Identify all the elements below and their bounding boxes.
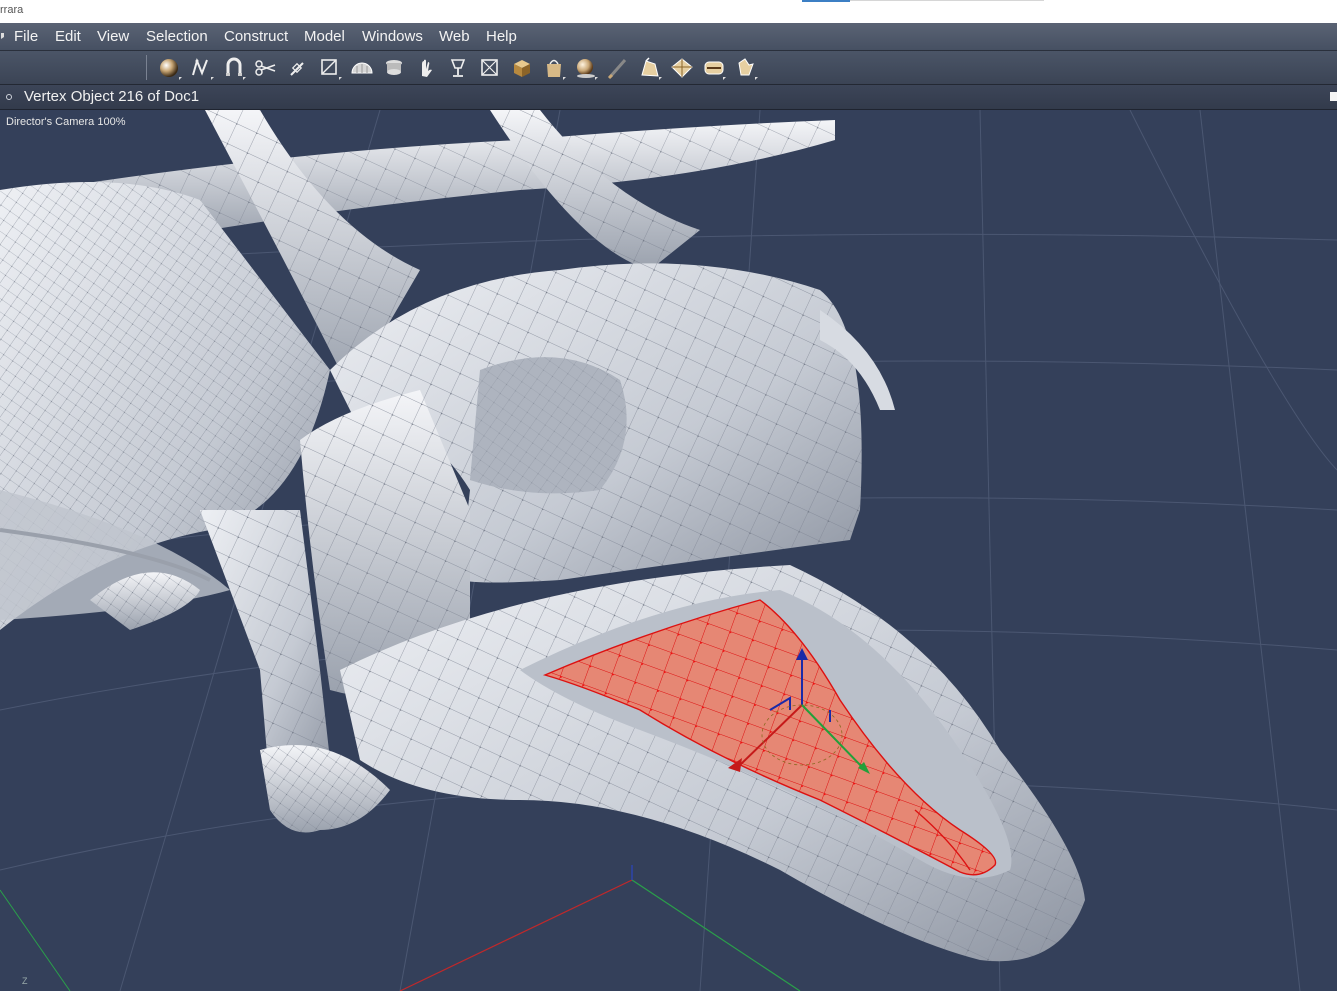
world-axes xyxy=(0,865,801,991)
brush-tool-icon[interactable] xyxy=(605,55,631,81)
goblet-tool-icon[interactable] xyxy=(445,55,471,81)
move-tool-icon[interactable] xyxy=(669,55,695,81)
camera-label: Director's Camera 100% xyxy=(6,116,126,128)
axis-label: Z xyxy=(22,976,28,986)
toolbar xyxy=(0,51,1337,85)
scene-render[interactable] xyxy=(0,110,1337,991)
menu-windows[interactable]: Windows xyxy=(362,28,423,45)
scissors-tool-icon[interactable] xyxy=(253,55,279,81)
window-options-icon[interactable] xyxy=(6,94,12,100)
document-title: Vertex Object 216 of Doc1 xyxy=(24,88,200,105)
menu-file[interactable]: File xyxy=(14,28,38,45)
bag-tool-icon[interactable] xyxy=(541,55,567,81)
search-box-accent xyxy=(802,0,850,2)
menu-edit[interactable]: Edit xyxy=(55,28,81,45)
toolbar-separator xyxy=(146,55,147,80)
menu-view[interactable]: View xyxy=(97,28,129,45)
menu-model[interactable]: Model xyxy=(304,28,345,45)
menu-construct[interactable]: Construct xyxy=(224,28,288,45)
3d-viewport[interactable]: Director's Camera 100% Z xyxy=(0,110,1337,991)
menu-help[interactable]: Help xyxy=(486,28,517,45)
search-box-underline xyxy=(850,0,1044,1)
hand-tool-icon[interactable] xyxy=(413,55,439,81)
menu-selection[interactable]: Selection xyxy=(146,28,208,45)
bounding-box-tool-icon[interactable] xyxy=(317,55,343,81)
menu-arrow-icon[interactable] xyxy=(1,33,8,39)
document-title-bar: Vertex Object 216 of Doc1 xyxy=(0,85,1337,110)
bezier-pen-tool-icon[interactable] xyxy=(189,55,215,81)
menu-web[interactable]: Web xyxy=(439,28,470,45)
cube-tool-icon[interactable] xyxy=(509,55,535,81)
sphere-tool-icon[interactable] xyxy=(157,55,183,81)
app-title: rrara xyxy=(0,4,24,16)
paint-ball-tool-icon[interactable] xyxy=(573,55,599,81)
grab-tool-icon[interactable] xyxy=(733,55,759,81)
box-wireframe-tool-icon[interactable] xyxy=(477,55,503,81)
title-bar: rrara xyxy=(0,0,1337,22)
magnet-tool-icon[interactable] xyxy=(221,55,247,81)
maximize-icon[interactable] xyxy=(1330,92,1337,101)
knife-tool-icon[interactable] xyxy=(285,55,311,81)
scale-tool-icon[interactable] xyxy=(701,55,727,81)
menu-bar: File Edit View Selection Construct Model… xyxy=(0,23,1337,51)
lathe-tool-icon[interactable] xyxy=(381,55,407,81)
half-sphere-tool-icon[interactable] xyxy=(349,55,375,81)
rotate-tool-icon[interactable] xyxy=(637,55,663,81)
